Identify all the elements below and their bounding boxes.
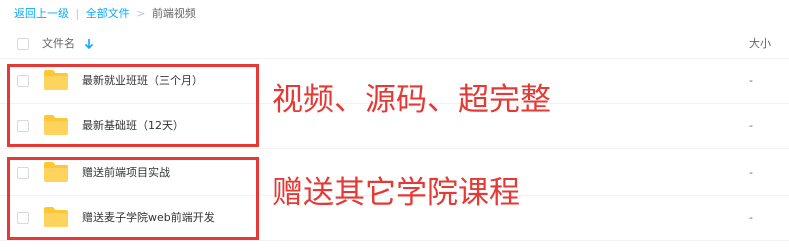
file-size: - bbox=[749, 119, 753, 132]
column-header-size[interactable]: 大小 bbox=[749, 36, 771, 52]
breadcrumb: 返回上一级 | 全部文件 > 前端视频 bbox=[14, 6, 196, 22]
sort-down-arrow-icon[interactable] bbox=[83, 37, 95, 51]
breadcrumb-arrow: > bbox=[136, 7, 146, 20]
column-header-name[interactable]: 文件名 bbox=[42, 36, 75, 52]
annotation-box-top bbox=[7, 64, 259, 147]
back-link[interactable]: 返回上一级 bbox=[14, 7, 69, 20]
current-folder-label: 前端视频 bbox=[151, 7, 196, 20]
select-all-checkbox[interactable] bbox=[17, 38, 29, 50]
file-size: - bbox=[749, 211, 753, 224]
annotation-text-top: 视频、源码、超完整 bbox=[272, 82, 551, 118]
file-size: - bbox=[749, 74, 753, 87]
annotation-text-bottom: 赠送其它学院课程 bbox=[272, 175, 520, 211]
file-size: - bbox=[749, 166, 753, 179]
all-files-link[interactable]: 全部文件 bbox=[86, 7, 130, 20]
annotation-box-bottom bbox=[7, 157, 259, 240]
breadcrumb-divider: | bbox=[75, 7, 80, 20]
list-header: 文件名 大小 bbox=[0, 32, 789, 59]
